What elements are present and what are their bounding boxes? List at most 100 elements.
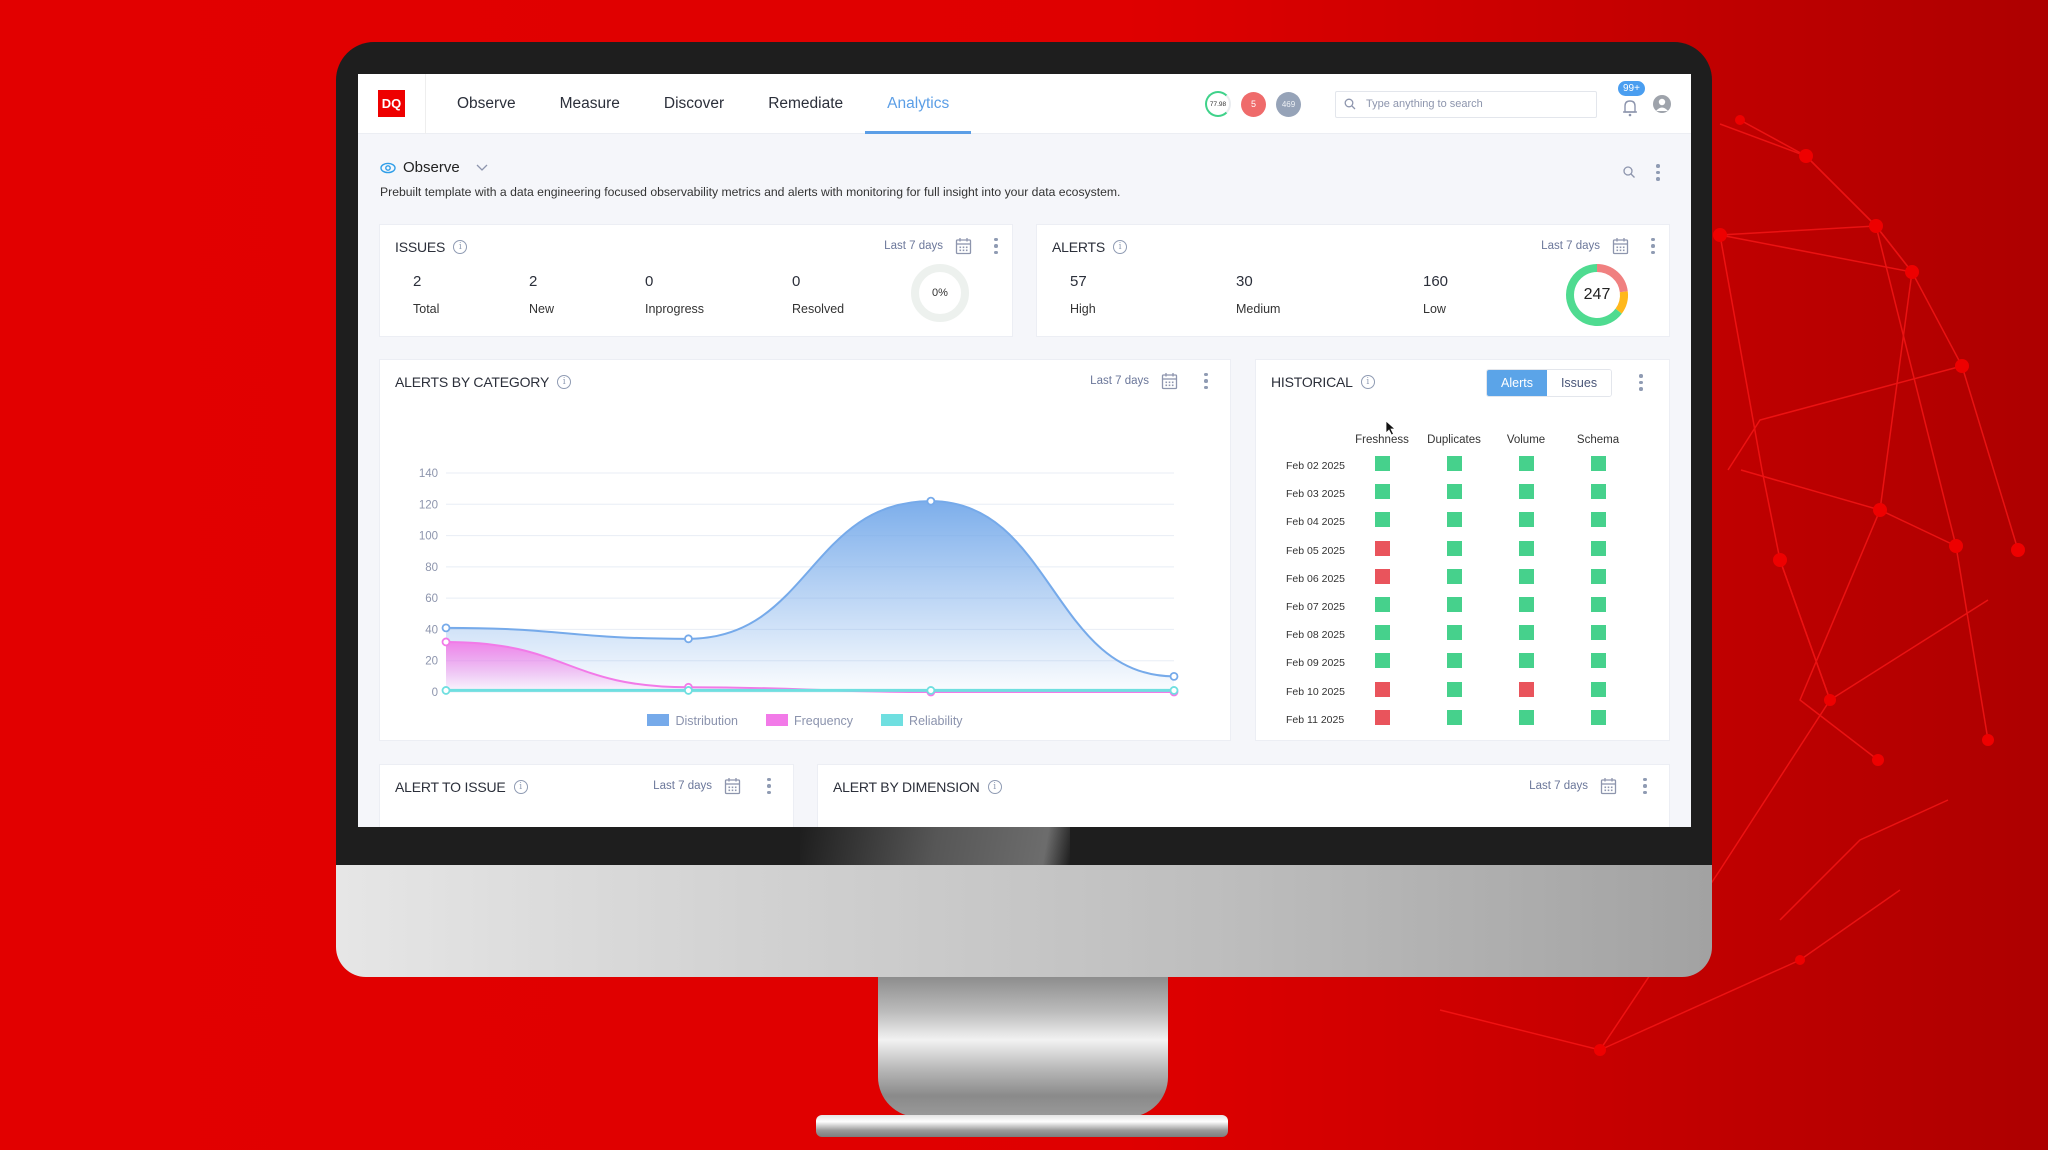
alert-to-issue-more-menu[interactable] [767,777,771,795]
tab-analytics[interactable]: Analytics [865,74,972,134]
page-title[interactable]: Observe [380,159,489,176]
status-square-volume-ok[interactable] [1518,540,1534,556]
dq-logo[interactable]: DQ [378,90,405,117]
status-square-volume-fail[interactable] [1518,681,1534,697]
status-square-freshness-ok[interactable] [1374,625,1390,641]
status-square-freshness-fail[interactable] [1374,568,1390,584]
date-range[interactable]: Last 7 days [653,780,712,792]
status-square-duplicates-ok[interactable] [1446,512,1462,528]
status-square-schema-ok[interactable] [1590,597,1606,613]
status-square-duplicates-ok[interactable] [1446,456,1462,472]
toggle-issues[interactable]: Issues [1546,370,1612,396]
status-square-schema-ok[interactable] [1590,540,1606,556]
status-square-duplicates-ok[interactable] [1446,625,1462,641]
status-square-freshness-ok[interactable] [1374,456,1390,472]
date-range[interactable]: Last 7 days [1541,240,1600,252]
point-distribution[interactable] [684,634,693,644]
date-range[interactable]: Last 7 days [884,240,943,252]
point-distribution[interactable] [926,496,936,506]
tab-measure[interactable]: Measure [538,74,642,134]
user-avatar[interactable] [1653,95,1671,113]
status-square-schema-ok[interactable] [1590,484,1606,500]
status-cell [1418,508,1490,536]
status-square-schema-ok[interactable] [1590,568,1606,584]
status-square-schema-ok[interactable] [1590,681,1606,697]
status-square-freshness-fail[interactable] [1374,709,1390,725]
status-square-volume-ok[interactable] [1518,709,1534,725]
calendar-icon[interactable] [955,237,972,255]
date-range[interactable]: Last 7 days [1529,780,1588,792]
status-square-volume-ok[interactable] [1518,653,1534,669]
alert-by-dimension-actions: Last 7 days [1529,777,1647,795]
notifications-button[interactable]: 99+ [1617,81,1645,117]
status-cell [1418,452,1490,480]
historical-more-menu[interactable] [1639,374,1643,391]
point-reliability[interactable] [684,686,693,695]
header-duplicates: Duplicates [1427,434,1481,446]
legend-item-reliability[interactable]: Reliability [881,714,963,728]
status-square-schema-ok[interactable] [1590,709,1606,725]
legend-item-frequency[interactable]: Frequency [765,714,853,728]
status-square-freshness-fail[interactable] [1374,681,1390,697]
status-square-duplicates-ok[interactable] [1446,568,1462,584]
calendar-icon[interactable] [1600,777,1617,795]
legend-item-distribution[interactable]: Distribution [647,714,738,728]
info-icon[interactable]: i [513,780,528,794]
alerts-more-menu[interactable] [1651,237,1655,255]
alerts-count-badge[interactable]: 5 [1241,91,1266,117]
status-square-freshness-ok[interactable] [1374,512,1390,528]
issues-count-badge[interactable]: 469 [1276,91,1301,117]
stat-value: 30 [1236,273,1253,290]
status-square-duplicates-ok[interactable] [1446,484,1462,500]
status-square-freshness-ok[interactable] [1374,597,1390,613]
point-reliability[interactable] [1169,686,1179,695]
status-square-volume-ok[interactable] [1518,597,1534,613]
status-cell [1346,452,1418,480]
status-square-schema-ok[interactable] [1590,653,1606,669]
status-square-schema-ok[interactable] [1590,456,1606,472]
point-reliability[interactable] [926,686,936,695]
info-icon[interactable]: i [453,240,468,254]
status-square-volume-ok[interactable] [1518,456,1534,472]
status-square-duplicates-ok[interactable] [1446,681,1462,697]
calendar-icon[interactable] [724,777,741,795]
info-icon[interactable]: i [1113,240,1128,254]
calendar-icon[interactable] [1612,237,1629,255]
status-square-volume-ok[interactable] [1518,568,1534,584]
status-square-volume-ok[interactable] [1518,484,1534,500]
search-icon[interactable] [1622,165,1636,179]
point-distribution[interactable] [1169,671,1179,681]
status-square-freshness-ok[interactable] [1374,484,1390,500]
point-distribution[interactable] [441,623,451,633]
toggle-alerts[interactable]: Alerts [1487,370,1547,396]
status-square-schema-ok[interactable] [1590,625,1606,641]
search-input[interactable] [1366,98,1576,110]
status-square-volume-ok[interactable] [1518,625,1534,641]
info-icon[interactable]: i [987,780,1002,794]
point-reliability[interactable] [441,686,451,695]
page-more-menu[interactable] [1656,164,1660,181]
status-square-duplicates-ok[interactable] [1446,709,1462,725]
status-square-freshness-ok[interactable] [1374,653,1390,669]
tab-remediate[interactable]: Remediate [746,74,865,134]
tab-observe[interactable]: Observe [435,74,538,134]
search-box[interactable] [1335,90,1597,118]
status-cell [1490,678,1562,706]
dq-score-ring[interactable]: 77.98 [1205,91,1231,117]
tab-discover[interactable]: Discover [642,74,746,134]
status-square-duplicates-ok[interactable] [1446,597,1462,613]
status-square-schema-ok[interactable] [1590,512,1606,528]
status-square-volume-ok[interactable] [1518,512,1534,528]
status-square-duplicates-ok[interactable] [1446,540,1462,556]
point-frequency[interactable] [441,637,451,647]
alert-by-dimension-more-menu[interactable] [1643,777,1647,795]
status-square-freshness-fail[interactable] [1374,540,1390,556]
info-icon[interactable]: i [1360,375,1375,389]
chevron-down-icon[interactable] [475,163,489,173]
alerts-stat-medium: 30 Medium [1236,273,1280,316]
status-cell [1490,480,1562,508]
bezel-glare [800,827,1070,865]
stat-value: 2 [529,273,538,290]
issues-more-menu[interactable] [994,237,998,255]
status-square-duplicates-ok[interactable] [1446,653,1462,669]
